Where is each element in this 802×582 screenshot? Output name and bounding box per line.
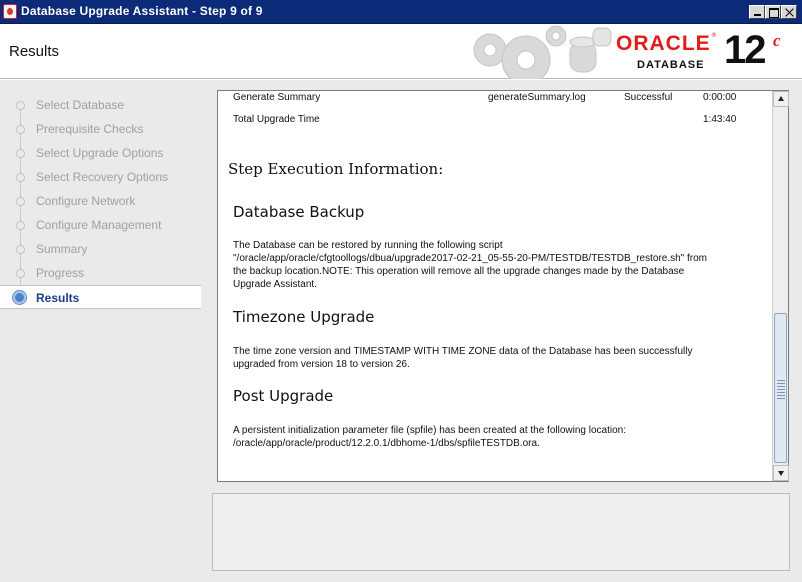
step-indicator-icon — [16, 125, 25, 134]
oracle-version-suffix: c — [773, 31, 781, 50]
scrollbar-grip-icon — [777, 380, 785, 400]
step-execution-heading: Step Execution Information: — [228, 160, 444, 178]
section-text-post-upgrade: A persistent initialization parameter fi… — [233, 424, 753, 450]
result-row-name: Generate Summary — [233, 92, 321, 103]
step-progress[interactable]: Progress — [0, 261, 201, 285]
result-row-name: Total Upgrade Time — [233, 114, 320, 125]
section-text-timezone-upgrade: The time zone version and TIMESTAMP WITH… — [233, 345, 753, 371]
section-text-database-backup: The Database can be restored by running … — [233, 239, 753, 291]
section-heading-database-backup: Database Backup — [233, 203, 365, 221]
close-button[interactable] — [781, 5, 797, 19]
result-row-time: 1:43:40 — [703, 114, 737, 125]
result-row-log-link[interactable]: generateSummary.log — [488, 92, 586, 103]
oracle-product-name: DATABASE — [637, 59, 705, 71]
results-document: Generate Summary generateSummary.log Suc… — [218, 91, 772, 481]
section-heading-timezone-upgrade: Timezone Upgrade — [233, 308, 375, 326]
step-summary[interactable]: Summary — [0, 237, 201, 261]
results-scrollbar[interactable] — [772, 91, 789, 481]
step-label: Prerequisite Checks — [36, 122, 144, 136]
oracle-version: 12 — [724, 28, 766, 72]
step-label: Select Upgrade Options — [36, 146, 164, 160]
results-panel: Generate Summary generateSummary.log Suc… — [217, 90, 789, 482]
result-row-time: 0:00:00 — [703, 92, 737, 103]
paragraph-line: The time zone version and TIMESTAMP WITH… — [233, 346, 693, 357]
gears-decoration-icon — [473, 25, 612, 79]
step-indicator-icon — [16, 269, 25, 278]
paragraph-line: the backup location.NOTE: This operation… — [233, 266, 685, 277]
message-pane — [212, 493, 790, 571]
step-indicator-icon — [16, 245, 25, 254]
step-configure-management[interactable]: Configure Management — [0, 213, 201, 237]
step-label: Summary — [36, 242, 88, 256]
step-indicator-icon — [16, 173, 25, 182]
section-heading-post-upgrade: Post Upgrade — [233, 387, 334, 405]
step-results[interactable]: Results — [0, 285, 201, 309]
step-select-recovery-options[interactable]: Select Recovery Options — [0, 165, 201, 189]
paragraph-line: Upgrade Assistant. — [233, 279, 317, 290]
step-label: Configure Management — [36, 218, 162, 232]
window-titlebar[interactable]: Database Upgrade Assistant - Step 9 of 9 — [0, 0, 802, 24]
result-row-status: Successful — [624, 92, 673, 103]
step-label: Progress — [36, 266, 85, 280]
paragraph-line: "/oracle/app/oracle/cfgtoollogs/dbua/upg… — [233, 253, 708, 264]
page-header: Results ORACLE ® DATABASE 12 c — [0, 24, 802, 79]
step-label: Select Database — [36, 98, 125, 112]
step-label: Select Recovery Options — [36, 170, 169, 184]
step-label: Configure Network — [36, 194, 136, 208]
step-indicator-icon — [16, 101, 25, 110]
paragraph-line: upgraded from version 18 to version 26. — [233, 359, 410, 370]
page-title: Results — [9, 43, 60, 60]
scroll-up-button[interactable] — [773, 91, 789, 107]
step-select-database[interactable]: Select Database — [0, 93, 201, 117]
step-select-upgrade-options[interactable]: Select Upgrade Options — [0, 141, 201, 165]
oracle-trademark: ® — [711, 32, 717, 39]
scroll-down-button[interactable] — [773, 465, 789, 481]
step-prerequisite-checks[interactable]: Prerequisite Checks — [0, 117, 201, 141]
step-label: Results — [36, 291, 80, 305]
step-indicator-icon — [16, 197, 25, 206]
step-configure-network[interactable]: Configure Network — [0, 189, 201, 213]
oracle-logo: ORACLE — [616, 32, 711, 55]
maximize-button[interactable] — [765, 5, 781, 19]
paragraph-line: A persistent initialization parameter fi… — [233, 425, 626, 436]
window-title: Database Upgrade Assistant - Step 9 of 9 — [21, 4, 263, 18]
steps-sidebar: Select Database Prerequisite Checks Sele… — [0, 80, 201, 582]
java-app-icon — [3, 4, 17, 19]
step-indicator-icon — [16, 149, 25, 158]
current-step-icon — [13, 291, 26, 304]
paragraph-line: The Database can be restored by running … — [233, 240, 503, 251]
scrollbar-thumb[interactable] — [774, 313, 787, 463]
paragraph-line: /oracle/app/oracle/product/12.2.0.1/dbho… — [233, 438, 540, 449]
minimize-button[interactable] — [749, 5, 765, 19]
step-indicator-icon — [16, 221, 25, 230]
